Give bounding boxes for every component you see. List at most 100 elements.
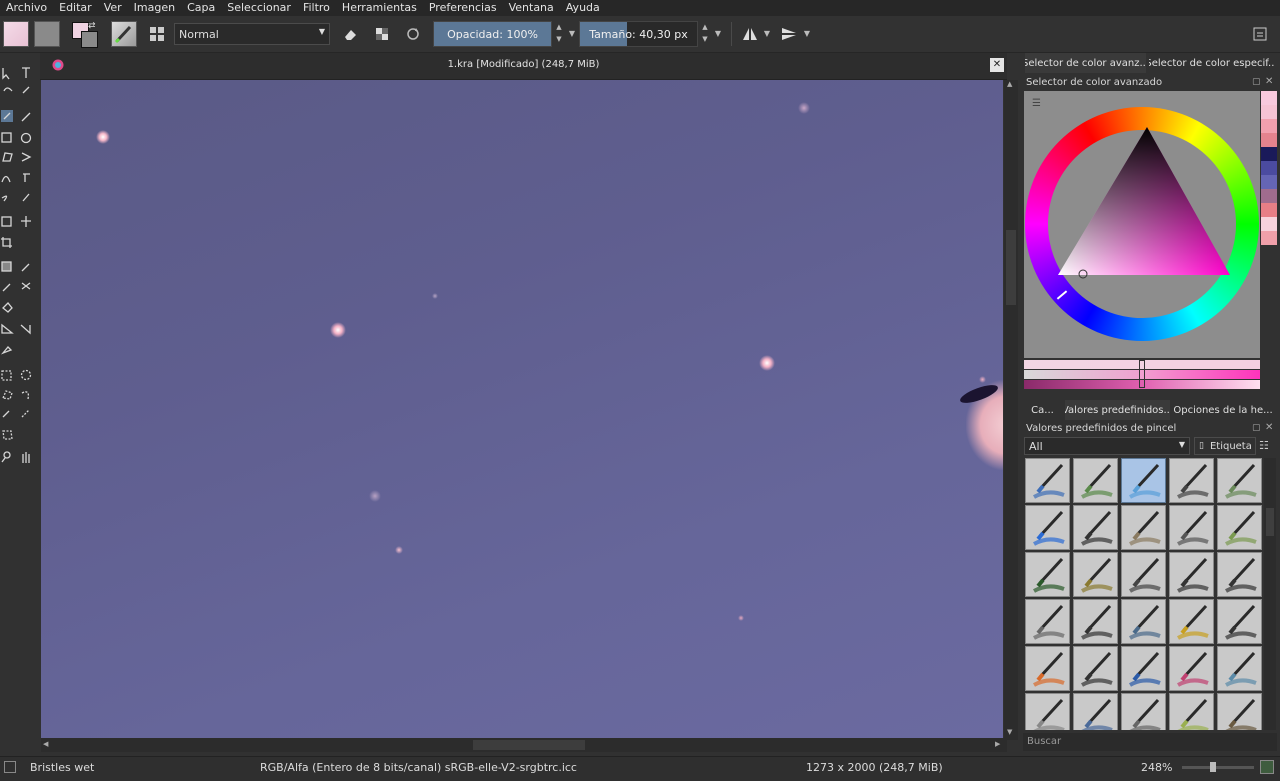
menu-item-archivo[interactable]: Archivo	[0, 0, 53, 16]
brush-preset-item[interactable]	[1073, 458, 1118, 503]
menu-item-capa[interactable]: Capa	[181, 0, 221, 16]
settings-icon[interactable]: ☰	[1032, 98, 1041, 109]
mirror-vertical-button[interactable]	[777, 22, 801, 46]
brush-preset-item[interactable]	[1025, 458, 1070, 503]
recent-color-swatch[interactable]	[1261, 189, 1277, 203]
recent-color-swatch[interactable]	[1261, 147, 1277, 161]
selection-status-icon[interactable]	[4, 761, 16, 773]
tab-brush-presets[interactable]: Valores predefinidos...	[1065, 400, 1170, 420]
recent-color-swatch[interactable]	[1261, 119, 1277, 133]
preserve-alpha-button[interactable]	[370, 22, 394, 46]
brush-preset-item[interactable]	[1217, 458, 1262, 503]
brush-preset-item[interactable]	[1025, 505, 1070, 550]
docker-close-icon[interactable]: ✕	[1265, 422, 1273, 433]
presets-scroll-thumb[interactable]	[1266, 508, 1274, 536]
brush-preset-button[interactable]	[111, 21, 137, 47]
brush-preset-item[interactable]	[1217, 599, 1262, 644]
horizontal-scroll-thumb[interactable]	[473, 740, 585, 750]
reload-preset-button[interactable]	[401, 22, 425, 46]
brush-preset-item[interactable]	[1217, 646, 1262, 691]
brush-preset-item[interactable]	[1121, 552, 1166, 597]
tab-specific-color-selector[interactable]: Selector de color especif...	[1149, 53, 1274, 73]
scroll-left-icon[interactable]: ◀	[43, 740, 48, 748]
swap-colors-icon[interactable]: ⇄	[88, 21, 96, 31]
size-spinner[interactable]: ▲ ▼	[699, 21, 711, 47]
docker-menu-button[interactable]	[1248, 22, 1272, 46]
wraparound-mode-icon[interactable]	[1260, 760, 1274, 774]
zoom-slider-handle[interactable]	[1210, 762, 1216, 772]
brush-preset-item[interactable]	[1169, 599, 1214, 644]
gradient-preset-button[interactable]	[3, 21, 29, 47]
brush-preset-item[interactable]	[1121, 693, 1166, 730]
chevron-down-icon[interactable]: ▼	[801, 28, 813, 54]
brush-preset-item[interactable]	[1217, 505, 1262, 550]
chevron-down-icon[interactable]: ▼	[566, 28, 578, 54]
brush-preset-item[interactable]	[1025, 646, 1070, 691]
scroll-down-icon[interactable]: ▼	[1007, 728, 1012, 736]
canvas[interactable]	[41, 80, 1003, 738]
docker-close-icon[interactable]: ✕	[1265, 76, 1273, 87]
canvas-horizontal-scrollbar[interactable]: ◀ ▶	[41, 738, 1007, 752]
brush-preset-item[interactable]	[1025, 693, 1070, 730]
zoom-slider[interactable]	[1182, 762, 1254, 772]
size-slider[interactable]: Tamaño: 40,30 px	[579, 21, 698, 47]
view-mode-icon[interactable]: ☷	[1259, 439, 1269, 452]
docker-float-icon[interactable]: ▢	[1252, 77, 1261, 87]
brush-preset-item[interactable]	[1025, 552, 1070, 597]
workspaces-button[interactable]	[145, 22, 169, 46]
close-document-button[interactable]: ✕	[990, 58, 1004, 72]
scroll-up-icon[interactable]: ▲	[1007, 80, 1012, 88]
color-sliders[interactable]	[1024, 360, 1260, 390]
brush-preset-item[interactable]	[1169, 458, 1214, 503]
menu-item-ver[interactable]: Ver	[98, 0, 128, 16]
recent-color-swatch[interactable]	[1261, 91, 1277, 105]
menu-item-editar[interactable]: Editar	[53, 0, 98, 16]
brush-preset-item[interactable]	[1073, 599, 1118, 644]
blend-mode-select[interactable]: Normal ▼	[174, 23, 330, 45]
brush-preset-item[interactable]	[1025, 599, 1070, 644]
background-color-swatch[interactable]	[81, 31, 98, 48]
scroll-right-icon[interactable]: ▶	[995, 740, 1000, 748]
slider-marker[interactable]	[1139, 360, 1145, 388]
chevron-down-icon[interactable]: ▼	[712, 28, 724, 54]
menu-item-ventana[interactable]: Ventana	[503, 0, 560, 16]
brush-preset-item[interactable]	[1073, 693, 1118, 730]
preset-filter-select[interactable]: All ▼	[1024, 437, 1190, 455]
brush-preset-item[interactable]	[1169, 552, 1214, 597]
tab-tool-options[interactable]: Opciones de la he...	[1174, 400, 1272, 420]
menu-item-herramientas[interactable]: Herramientas	[336, 0, 423, 16]
menu-item-seleccionar[interactable]: Seleccionar	[221, 0, 297, 16]
mirror-horizontal-button[interactable]	[738, 22, 762, 46]
recent-color-swatch[interactable]	[1261, 217, 1277, 231]
menu-item-preferencias[interactable]: Preferencias	[423, 0, 503, 16]
brush-preset-item[interactable]	[1169, 646, 1214, 691]
recent-color-swatch[interactable]	[1261, 133, 1277, 147]
presets-scrollbar[interactable]	[1264, 458, 1276, 730]
recent-color-swatch[interactable]	[1261, 161, 1277, 175]
opacity-spinner[interactable]: ▲ ▼	[553, 21, 565, 47]
pattern-preset-button[interactable]	[34, 21, 60, 47]
brush-preset-item[interactable]	[1169, 693, 1214, 730]
brush-preset-item[interactable]	[1121, 599, 1166, 644]
fg-bg-color-selector[interactable]: ⇄	[72, 21, 98, 48]
menu-item-ayuda[interactable]: Ayuda	[560, 0, 606, 16]
recent-color-swatch[interactable]	[1261, 105, 1277, 119]
opacity-slider[interactable]: Opacidad: 100%	[433, 21, 552, 47]
brush-preset-item[interactable]	[1121, 505, 1166, 550]
brush-preset-item[interactable]	[1073, 552, 1118, 597]
brush-preset-item[interactable]	[1169, 505, 1214, 550]
brush-preset-item[interactable]	[1217, 552, 1262, 597]
recent-color-swatch[interactable]	[1261, 203, 1277, 217]
chevron-down-icon[interactable]: ▼	[761, 28, 773, 54]
preset-search-input[interactable]: Buscar	[1023, 733, 1277, 751]
canvas-vertical-scrollbar[interactable]: ▲ ▼	[1004, 80, 1018, 740]
brush-preset-item[interactable]	[1217, 693, 1262, 730]
tab-canvas-docker[interactable]: Ca...	[1025, 400, 1060, 420]
brush-preset-item[interactable]	[1073, 646, 1118, 691]
menu-item-imagen[interactable]: Imagen	[128, 0, 181, 16]
vertical-scroll-thumb[interactable]	[1006, 230, 1016, 305]
brush-preset-item[interactable]	[1073, 505, 1118, 550]
color-selector-area[interactable]: ☰	[1024, 91, 1260, 358]
saturation-value-triangle[interactable]	[1054, 125, 1234, 280]
menu-item-filtro[interactable]: Filtro	[297, 0, 336, 16]
